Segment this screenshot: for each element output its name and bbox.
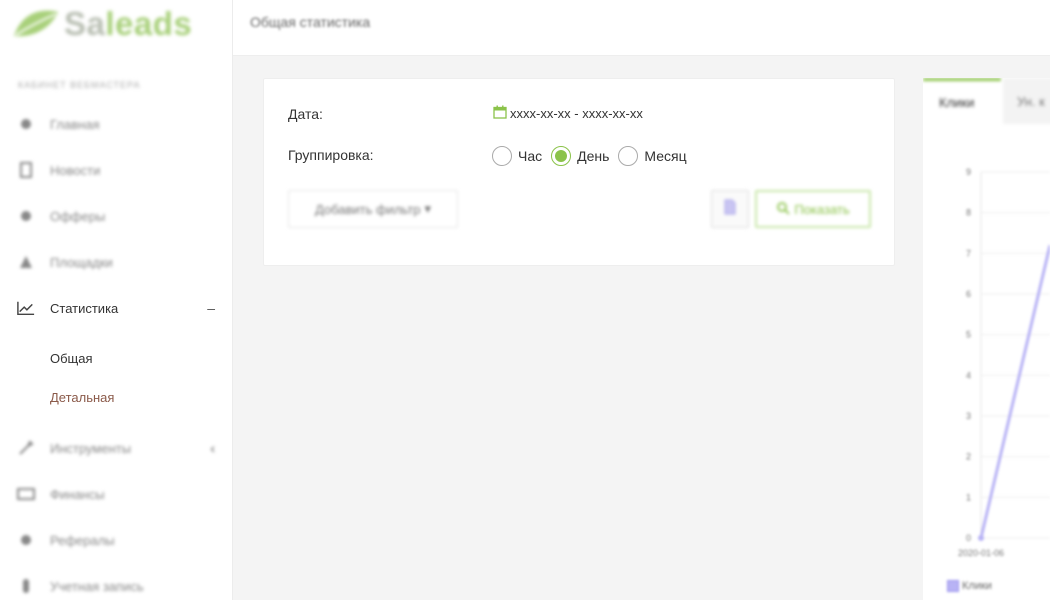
data-point[interactable] xyxy=(978,535,984,541)
grouping-day-radio[interactable]: День xyxy=(551,146,609,166)
show-button-label: Показать xyxy=(794,201,850,217)
y-tick-label: 6 xyxy=(966,289,971,299)
y-tick-label: 4 xyxy=(966,370,971,380)
y-tick-label: 3 xyxy=(966,411,971,421)
radio-circle[interactable] xyxy=(551,146,572,166)
sidebar-item-finance[interactable]: Финансы xyxy=(0,471,233,517)
tools-icon xyxy=(17,439,35,457)
y-tick-label: 7 xyxy=(966,248,971,258)
sidebar-item-offers[interactable]: Офферы xyxy=(0,193,233,239)
radio-circle[interactable] xyxy=(492,146,512,166)
legend-label: Клики xyxy=(962,580,992,592)
tab-clicks[interactable]: Клики xyxy=(923,78,1001,124)
radio-label: Час xyxy=(518,148,543,164)
news-icon xyxy=(17,161,35,179)
chart-line-icon xyxy=(17,299,35,317)
sidebar-item-news[interactable]: Новости xyxy=(0,147,233,193)
sidebar-item-label: Главная xyxy=(50,116,100,132)
platforms-icon xyxy=(17,253,35,271)
grouping-hour-radio[interactable]: Час xyxy=(492,146,542,166)
clicks-line-chart: 0 1 2 3 4 5 6 7 8 9 2020-01-06 xyxy=(958,167,1050,558)
sidebar-item-referrals[interactable]: Рефералы xyxy=(0,517,233,563)
sidebar-subitem-general[interactable]: Общая xyxy=(50,351,93,366)
file-icon xyxy=(724,199,736,220)
logo-prefix: Sa xyxy=(64,5,106,42)
finance-icon xyxy=(17,485,35,503)
date-label: Дата: xyxy=(288,106,323,122)
sidebar-item-label: Статистика xyxy=(50,300,119,316)
sidebar-section-title: КАБИНЕТ ВЕБМАСТЕРА xyxy=(18,80,141,90)
chart-tabs: Клики Ун. к xyxy=(923,78,1050,124)
top-header: Общая статистика xyxy=(233,0,1050,56)
expand-icon[interactable]: ‹ xyxy=(210,440,215,456)
grouping-radio-group: Час День Месяц xyxy=(492,146,696,166)
sidebar-item-label: Учетная запись xyxy=(50,578,144,594)
y-tick-label: 0 xyxy=(966,533,971,543)
sidebar-item-account[interactable]: Учетная запись xyxy=(0,563,233,600)
home-icon xyxy=(17,115,35,133)
page-title: Общая статистика xyxy=(250,14,371,30)
radio-label: День xyxy=(577,148,610,164)
add-filter-label: Добавить фильтр xyxy=(314,201,421,217)
logo[interactable]: Saleads xyxy=(12,4,192,44)
x-tick-label: 2020-01-06 xyxy=(958,548,1004,558)
collapse-icon[interactable]: – xyxy=(207,300,215,316)
sidebar-item-label: Площадки xyxy=(50,254,113,270)
sidebar-item-statistics[interactable]: Статистика – xyxy=(0,285,233,331)
tab-unique-clicks[interactable]: Ун. к xyxy=(1003,78,1050,124)
y-tick-label: 9 xyxy=(966,167,971,177)
logo-text: Saleads xyxy=(64,5,192,43)
calendar-icon xyxy=(493,105,507,122)
radio-label: Месяц xyxy=(644,148,687,164)
chart-panel: Клики Ун. к 0 1 2 3 4 5 6 7 8 9 2020-01-06 Клики xyxy=(923,78,1050,600)
sidebar-subitem-detailed[interactable]: Детальная xyxy=(50,390,114,405)
sidebar-item-label: Рефералы xyxy=(50,532,115,548)
account-icon xyxy=(17,577,35,595)
referrals-icon xyxy=(17,531,35,549)
sidebar: Saleads КАБИНЕТ ВЕБМАСТЕРА Главная Новос… xyxy=(0,0,233,600)
y-tick-label: 1 xyxy=(966,492,971,502)
sidebar-item-label: Инструменты xyxy=(50,440,132,456)
date-range-value: xxxx-xx-xx - xxxx-xx-xx xyxy=(510,106,643,121)
date-range-picker[interactable]: xxxx-xx-xx - xxxx-xx-xx xyxy=(493,105,643,122)
radio-circle[interactable] xyxy=(618,146,639,166)
export-button[interactable] xyxy=(711,190,749,228)
series-clicks-line xyxy=(979,244,1050,539)
sidebar-item-platforms[interactable]: Площадки xyxy=(0,239,233,285)
logo-suffix: leads xyxy=(105,5,193,42)
sidebar-item-home[interactable]: Главная xyxy=(0,101,233,147)
legend-swatch xyxy=(947,580,959,592)
sidebar-item-label: Офферы xyxy=(50,208,106,224)
search-icon xyxy=(776,201,790,218)
grouping-month-radio[interactable]: Месяц xyxy=(618,146,687,166)
offers-icon xyxy=(17,207,35,225)
y-tick-label: 5 xyxy=(966,330,971,340)
y-tick-label: 2 xyxy=(966,452,971,462)
leaf-logo-icon xyxy=(14,10,58,37)
sidebar-item-label: Финансы xyxy=(50,486,105,502)
sidebar-item-tools[interactable]: Инструменты ‹ xyxy=(0,425,233,471)
add-filter-button[interactable]: Добавить фильтр ▾ xyxy=(288,190,458,228)
filter-card: Дата: xxxx-xx-xx - xxxx-xx-xx Группировк… xyxy=(263,78,895,266)
show-button[interactable]: Показать xyxy=(755,190,871,228)
y-tick-label: 8 xyxy=(966,208,971,218)
grouping-label: Группировка: xyxy=(288,147,374,163)
sidebar-item-label: Новости xyxy=(50,162,101,178)
chevron-down-icon: ▾ xyxy=(424,201,432,216)
chart-legend[interactable]: Клики xyxy=(947,580,992,592)
